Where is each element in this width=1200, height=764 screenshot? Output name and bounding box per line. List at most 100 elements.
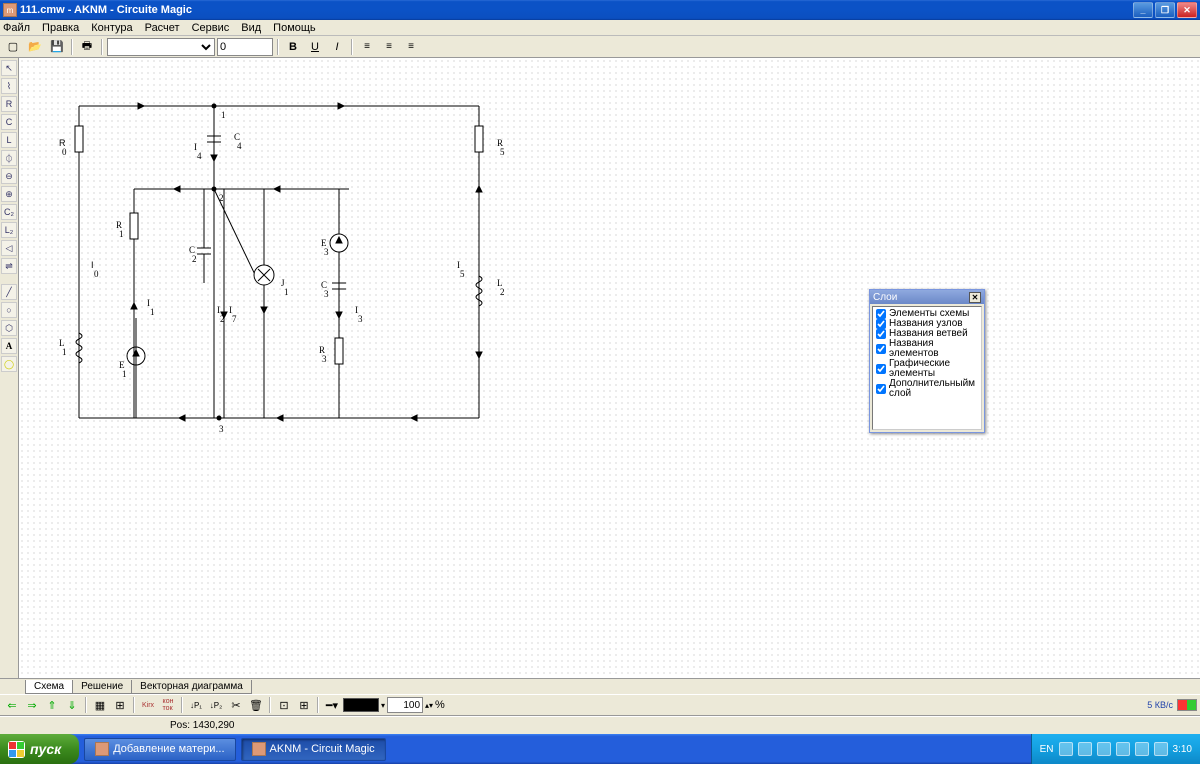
svg-text:3: 3: [322, 354, 327, 364]
app-icon: m: [3, 3, 17, 17]
tray-icon[interactable]: [1078, 742, 1092, 756]
svg-text:2: 2: [192, 254, 197, 264]
taskbar-item-1[interactable]: Добавление матери...: [84, 738, 235, 761]
underline-button[interactable]: U: [305, 38, 325, 56]
layers-panel[interactable]: Слои ✕ Элементы схемы Названия узлов Наз…: [869, 289, 985, 433]
layer-check-3[interactable]: [876, 344, 886, 354]
start-button[interactable]: пуск: [0, 734, 79, 764]
menubar: Файл Правка Контура Расчет Сервис Вид По…: [0, 20, 1200, 36]
clock[interactable]: 3:10: [1173, 744, 1192, 755]
menu-calc[interactable]: Расчет: [145, 22, 180, 34]
tab-vector[interactable]: Векторная диаграмма: [131, 680, 252, 694]
tray-icon[interactable]: [1059, 742, 1073, 756]
menu-edit[interactable]: Правка: [42, 22, 79, 34]
tool-resistor[interactable]: R: [1, 96, 17, 112]
tool-xfmr[interactable]: ⇌: [1, 258, 17, 274]
menu-file[interactable]: Файл: [3, 22, 30, 34]
svg-text:3: 3: [358, 314, 363, 324]
print-button[interactable]: 🖶: [77, 38, 97, 56]
nav-down-button[interactable]: ⇓: [63, 696, 81, 714]
bottom-toolbar: ⇐ ⇒ ⇑ ⇓ ▦ ⊞ Kirx конток ↓P₁ ↓P₂ ✂ 🗑 ⊡ ⊞ …: [0, 694, 1200, 716]
system-tray[interactable]: EN 3:10: [1031, 734, 1200, 764]
taskbar: пуск Добавление матери... AKNM - Circuit…: [0, 734, 1200, 764]
new-button[interactable]: ▢: [3, 38, 23, 56]
nav-up-button[interactable]: ⇑: [43, 696, 61, 714]
tray-icon[interactable]: [1135, 742, 1149, 756]
menu-contours[interactable]: Контура: [91, 22, 132, 34]
italic-button[interactable]: I: [327, 38, 347, 56]
canvas-area[interactable]: 1 2 3 R0 I0 L1 E1 I4 C4 R1 I1 C2 I7 I2 J…: [19, 58, 1200, 678]
tool-line[interactable]: ╱: [1, 284, 17, 300]
minimize-button[interactable]: _: [1133, 2, 1153, 18]
tool-shape[interactable]: ◯: [1, 356, 17, 372]
tool-poly[interactable]: ⬡: [1, 320, 17, 336]
p2-button[interactable]: ↓P₂: [207, 696, 225, 714]
menu-help[interactable]: Помощь: [273, 22, 316, 34]
cursor-position: Pos: 1430,290: [170, 720, 235, 731]
tool-ground[interactable]: ⏀: [1, 150, 17, 166]
tool-inductor[interactable]: L: [1, 132, 17, 148]
tok-button[interactable]: конток: [159, 696, 177, 714]
status-bar: Pos: 1430,290: [0, 716, 1200, 734]
circuit-diagram: 1 2 3 R0 I0 L1 E1 I4 C4 R1 I1 C2 I7 I2 J…: [19, 58, 1199, 678]
layer-check-1[interactable]: [876, 319, 886, 329]
lang-indicator[interactable]: EN: [1040, 744, 1054, 755]
close-button[interactable]: ✕: [1177, 2, 1197, 18]
color-picker[interactable]: [343, 698, 379, 712]
layer-check-0[interactable]: [876, 309, 886, 319]
kirx-button[interactable]: Kirx: [139, 696, 157, 714]
tray-icon[interactable]: [1097, 742, 1111, 756]
tool-diode[interactable]: ◁: [1, 240, 17, 256]
svg-text:2: 2: [220, 314, 225, 324]
snap-button[interactable]: ⊞: [111, 696, 129, 714]
delete-button[interactable]: 🗑: [247, 696, 265, 714]
menu-view[interactable]: Вид: [241, 22, 261, 34]
layers-panel-title[interactable]: Слои ✕: [870, 290, 984, 304]
align-left-button[interactable]: ≡: [357, 38, 377, 56]
layer-label: Графические элементы: [889, 359, 978, 379]
svg-text:7: 7: [232, 314, 237, 324]
tool-isrc[interactable]: ⊕: [1, 186, 17, 202]
layers-panel-close-icon[interactable]: ✕: [969, 292, 981, 303]
svg-text:2: 2: [219, 193, 224, 203]
bold-button[interactable]: B: [283, 38, 303, 56]
svg-text:5: 5: [460, 269, 465, 279]
tray-icon[interactable]: [1154, 742, 1168, 756]
zoom-input[interactable]: [387, 697, 423, 713]
tool-vsrc[interactable]: ⊖: [1, 168, 17, 184]
align-center-button[interactable]: ≡: [379, 38, 399, 56]
tab-solution[interactable]: Решение: [72, 680, 132, 694]
svg-text:1: 1: [221, 110, 226, 120]
nav-left-button[interactable]: ⇐: [3, 696, 21, 714]
font-select[interactable]: [107, 38, 215, 56]
p1-button[interactable]: ↓P₁: [187, 696, 205, 714]
windows-logo-icon: [8, 741, 25, 758]
tool-wire[interactable]: ⌇: [1, 78, 17, 94]
layer-check-4[interactable]: [876, 364, 886, 374]
tab-scheme[interactable]: Схема: [25, 680, 73, 694]
font-size-input[interactable]: [217, 38, 273, 56]
task-icon: [95, 742, 109, 756]
view2-button[interactable]: ⊞: [295, 696, 313, 714]
layer-check-5[interactable]: [876, 384, 886, 394]
document-tabs: Схема Решение Векторная диаграмма: [0, 678, 1200, 694]
tool-l2[interactable]: L₂: [1, 222, 17, 238]
menu-service[interactable]: Сервис: [192, 22, 230, 34]
tool-pointer[interactable]: ↖: [1, 60, 17, 76]
tool-text[interactable]: A: [1, 338, 17, 354]
tool-c2[interactable]: C₂: [1, 204, 17, 220]
view1-button[interactable]: ⊡: [275, 696, 293, 714]
open-button[interactable]: 📂: [25, 38, 45, 56]
cut-button[interactable]: ✂: [227, 696, 245, 714]
nav-right-button[interactable]: ⇒: [23, 696, 41, 714]
layer-check-2[interactable]: [876, 329, 886, 339]
tray-icon[interactable]: [1116, 742, 1130, 756]
save-button[interactable]: 💾: [47, 38, 67, 56]
tool-capacitor[interactable]: C: [1, 114, 17, 130]
taskbar-item-2[interactable]: AKNM - Circuit Magic: [241, 738, 386, 761]
grid-button[interactable]: ▦: [91, 696, 109, 714]
maximize-button[interactable]: ❐: [1155, 2, 1175, 18]
linew-button[interactable]: ━▾: [323, 696, 341, 714]
align-right-button[interactable]: ≡: [401, 38, 421, 56]
tool-circle[interactable]: ○: [1, 302, 17, 318]
